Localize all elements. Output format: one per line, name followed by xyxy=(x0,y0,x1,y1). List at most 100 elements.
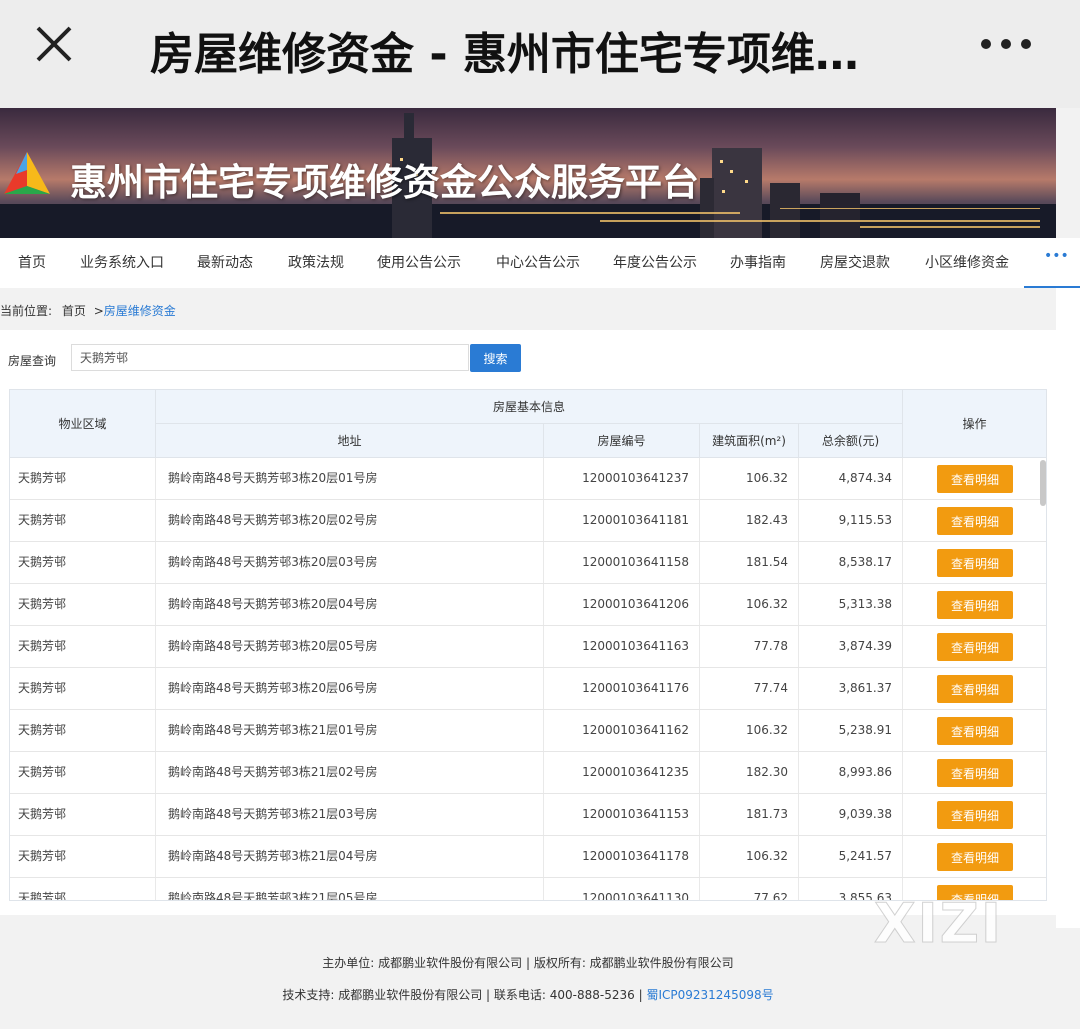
content-panel: 房屋查询 搜索 物业区域 房屋基本信息 地址 房屋编号 建筑面积(m²) 总余额… xyxy=(0,330,1056,915)
cell-address: 鹅岭南路48号天鹅芳邨3栋21层05号房 xyxy=(156,878,544,900)
breadcrumb-separator: > xyxy=(93,304,104,318)
app-bar: 房屋维修资金 - 惠州市住宅专项维… xyxy=(0,0,1080,108)
window-title: 房屋维修资金 - 惠州市住宅专项维… xyxy=(150,29,859,80)
cell-building-area: 182.43 xyxy=(700,500,799,541)
cell-house-code: 12000103641163 xyxy=(544,626,700,667)
cell-house-code: 12000103641178 xyxy=(544,836,700,877)
more-dots-icon: ••• xyxy=(1044,248,1069,264)
cell-area: 天鹅芳邨 xyxy=(10,500,156,541)
pyramid-logo-icon xyxy=(4,152,50,194)
cell-area: 天鹅芳邨 xyxy=(10,542,156,583)
cell-house-code: 12000103641153 xyxy=(544,794,700,835)
search-input[interactable] xyxy=(71,344,469,371)
table-row: 天鹅芳邨 鹅岭南路48号天鹅芳邨3栋20层04号房 12000103641206 10… xyxy=(10,584,1046,626)
cell-address: 鹅岭南路48号天鹅芳邨3栋21层03号房 xyxy=(156,794,544,835)
cell-area: 天鹅芳邨 xyxy=(10,584,156,625)
nav-item-news[interactable]: 最新动态 xyxy=(197,238,253,288)
cell-address: 鹅岭南路48号天鹅芳邨3栋20层02号房 xyxy=(156,500,544,541)
cell-address: 鹅岭南路48号天鹅芳邨3栋21层04号房 xyxy=(156,836,544,877)
cell-address: 鹅岭南路48号天鹅芳邨3栋20层06号房 xyxy=(156,668,544,709)
cell-balance: 4,874.34 xyxy=(799,458,903,499)
close-icon[interactable] xyxy=(30,20,78,68)
cell-house-code: 12000103641206 xyxy=(544,584,700,625)
view-detail-button[interactable]: 查看明细 xyxy=(937,465,1013,493)
cell-balance: 5,313.38 xyxy=(799,584,903,625)
view-detail-button[interactable]: 查看明细 xyxy=(937,675,1013,703)
cell-address: 鹅岭南路48号天鹅芳邨3栋20层05号房 xyxy=(156,626,544,667)
nav-item-annual-notice[interactable]: 年度公告公示 xyxy=(613,238,697,288)
table-row: 天鹅芳邨 鹅岭南路48号天鹅芳邨3栋21层02号房 12000103641235 18… xyxy=(10,752,1046,794)
cell-area: 天鹅芳邨 xyxy=(10,836,156,877)
header-action: 操作 xyxy=(903,390,1046,458)
cell-address: 鹅岭南路48号天鹅芳邨3栋20层04号房 xyxy=(156,584,544,625)
cell-building-area: 77.62 xyxy=(700,878,799,900)
footer-organizer: 主办单位: 成都鹏业软件股份有限公司 | 版权所有: 成都鹏业软件股份有限公司 xyxy=(322,956,734,970)
xizi-watermark: XIZI xyxy=(874,892,1003,956)
cell-building-area: 106.32 xyxy=(700,584,799,625)
cell-area: 天鹅芳邨 xyxy=(10,458,156,499)
cell-house-code: 12000103641176 xyxy=(544,668,700,709)
page-gutter xyxy=(1056,288,1080,928)
table-row: 天鹅芳邨 鹅岭南路48号天鹅芳邨3栋20层02号房 12000103641181 18… xyxy=(10,500,1046,542)
cell-area: 天鹅芳邨 xyxy=(10,794,156,835)
cell-house-code: 12000103641181 xyxy=(544,500,700,541)
breadcrumb-prefix: 当前位置: xyxy=(0,304,53,318)
cell-balance: 3,861.37 xyxy=(799,668,903,709)
nav-item-center-notice[interactable]: 中心公告公示 xyxy=(496,238,580,288)
nav-item-guide[interactable]: 办事指南 xyxy=(730,238,786,288)
view-detail-button[interactable]: 查看明细 xyxy=(937,549,1013,577)
view-detail-button[interactable]: 查看明细 xyxy=(937,801,1013,829)
table-row: 天鹅芳邨 鹅岭南路48号天鹅芳邨3栋20层06号房 12000103641176 77… xyxy=(10,668,1046,710)
cell-house-code: 12000103641237 xyxy=(544,458,700,499)
table-scrollbar[interactable] xyxy=(1040,460,1046,506)
site-banner: 惠州市住宅专项维修资金公众服务平台 xyxy=(0,108,1056,238)
cell-balance: 3,874.39 xyxy=(799,626,903,667)
more-horizontal-icon[interactable] xyxy=(978,30,1034,58)
cell-balance: 8,538.17 xyxy=(799,542,903,583)
cell-balance: 5,241.57 xyxy=(799,836,903,877)
nav-item-home[interactable]: 首页 xyxy=(18,238,46,288)
table-row: 天鹅芳邨 鹅岭南路48号天鹅芳邨3栋20层03号房 12000103641158 18… xyxy=(10,542,1046,584)
nav-item-business-entry[interactable]: 业务系统入口 xyxy=(80,238,164,288)
search-label: 房屋查询 xyxy=(8,354,57,368)
cell-balance: 5,238.91 xyxy=(799,710,903,751)
cell-balance: 9,115.53 xyxy=(799,500,903,541)
nav-item-policy[interactable]: 政策法规 xyxy=(288,238,344,288)
footer-icp-link[interactable]: 蜀ICP09231245098号 xyxy=(646,988,773,1002)
cell-address: 鹅岭南路48号天鹅芳邨3栋21层02号房 xyxy=(156,752,544,793)
cell-address: 鹅岭南路48号天鹅芳邨3栋20层01号房 xyxy=(156,458,544,499)
cell-building-area: 181.73 xyxy=(700,794,799,835)
cell-balance: 8,993.86 xyxy=(799,752,903,793)
cell-building-area: 77.74 xyxy=(700,668,799,709)
house-table: 物业区域 房屋基本信息 地址 房屋编号 建筑面积(m²) 总余额(元) 操作 天… xyxy=(9,389,1047,901)
nav-item-community-fund[interactable]: 小区维修资金 xyxy=(925,238,1009,288)
view-detail-button[interactable]: 查看明细 xyxy=(937,717,1013,745)
cell-house-code: 12000103641130 xyxy=(544,878,700,900)
cell-house-code: 12000103641235 xyxy=(544,752,700,793)
cell-area: 天鹅芳邨 xyxy=(10,668,156,709)
nav-more-button[interactable]: ••• xyxy=(1024,238,1080,288)
header-balance: 总余额(元) xyxy=(799,424,903,458)
view-detail-button[interactable]: 查看明细 xyxy=(937,633,1013,661)
table-row: 天鹅芳邨 鹅岭南路48号天鹅芳邨3栋21层01号房 12000103641162 10… xyxy=(10,710,1046,752)
footer-support: 技术支持: 成都鹏业软件股份有限公司 | 联系电话: 400-888-5236 … xyxy=(0,986,1056,1003)
cell-house-code: 12000103641158 xyxy=(544,542,700,583)
search-button[interactable]: 搜索 xyxy=(470,344,521,372)
breadcrumb: 当前位置: 首页 >房屋维修资金 xyxy=(0,302,176,319)
view-detail-button[interactable]: 查看明细 xyxy=(937,507,1013,535)
view-detail-button[interactable]: 查看明细 xyxy=(937,591,1013,619)
cell-balance: 9,039.38 xyxy=(799,794,903,835)
cell-building-area: 106.32 xyxy=(700,836,799,877)
breadcrumb-home[interactable]: 首页 xyxy=(62,304,86,318)
view-detail-button[interactable]: 查看明细 xyxy=(937,843,1013,871)
nav-item-refund[interactable]: 房屋交退款 xyxy=(820,238,890,288)
main-nav: 首页 业务系统入口 最新动态 政策法规 使用公告公示 中心公告公示 年度公告公示… xyxy=(0,238,1080,288)
breadcrumb-current: 房屋维修资金 xyxy=(103,304,176,318)
cell-area: 天鹅芳邨 xyxy=(10,626,156,667)
view-detail-button[interactable]: 查看明细 xyxy=(937,759,1013,787)
table-row: 天鹅芳邨 鹅岭南路48号天鹅芳邨3栋21层04号房 12000103641178 10… xyxy=(10,836,1046,878)
header-address: 地址 xyxy=(156,424,544,458)
header-house-code: 房屋编号 xyxy=(544,424,700,458)
cell-building-area: 77.78 xyxy=(700,626,799,667)
nav-item-usage-notice[interactable]: 使用公告公示 xyxy=(377,238,461,288)
